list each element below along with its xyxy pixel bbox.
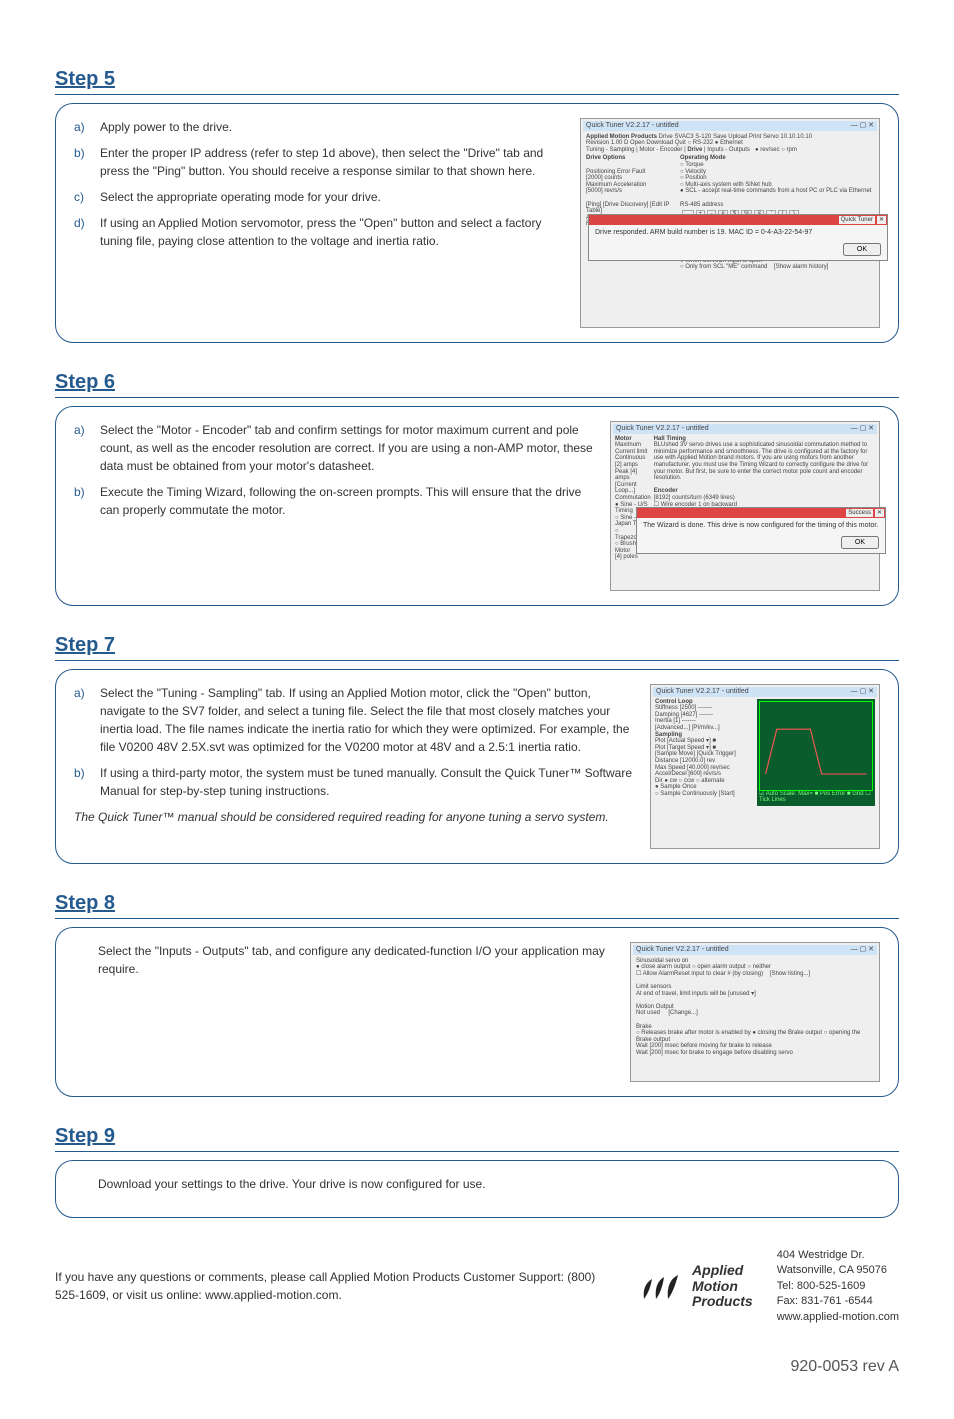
step5-b: Enter the proper IP address (refer to st… <box>100 144 566 180</box>
step5-d: If using an Applied Motion servomotor, p… <box>100 214 566 250</box>
footer-address: 404 Westridge Dr. Watsonville, CA 95076 … <box>777 1248 899 1325</box>
step7-a: Select the "Tuning - Sampling" tab. If u… <box>100 684 636 756</box>
step-6-box: a)Select the "Motor - Encoder" tab and c… <box>55 406 899 606</box>
step-9-box: Download your settings to the drive. You… <box>55 1160 899 1218</box>
marker-a: a) <box>74 684 100 756</box>
brand-logo: Applied Motion Products <box>638 1263 753 1309</box>
step8-text: Select the "Inputs - Outputs" tab, and c… <box>98 942 616 978</box>
step-7-box: a)Select the "Tuning - Sampling" tab. If… <box>55 669 899 864</box>
marker-b: b) <box>74 764 100 800</box>
step7-screenshot: Quick Tuner V2.2.17 - untitled— ▢ ✕ Cont… <box>650 684 880 849</box>
step5-c: Select the appropriate operating mode fo… <box>100 188 381 206</box>
logo-icon <box>638 1265 686 1307</box>
step-8-box: Select the "Inputs - Outputs" tab, and c… <box>55 927 899 1097</box>
step-6-heading: Step 6 <box>55 367 899 398</box>
step5-a: Apply power to the drive. <box>100 118 232 136</box>
step-8-heading: Step 8 <box>55 888 899 919</box>
step6-popup: Success✕ The Wizard is done. This drive … <box>636 507 886 554</box>
step6-a: Select the "Motor - Encoder" tab and con… <box>100 421 596 475</box>
step-7-heading: Step 7 <box>55 630 899 661</box>
ok-button[interactable]: OK <box>843 243 881 256</box>
footer: If you have any questions or comments, p… <box>55 1248 899 1325</box>
step5-popup: Quick Tuner✕ Drive responded. ARM build … <box>588 214 888 261</box>
marker-a: a) <box>74 118 100 136</box>
step-5-box: a)Apply power to the drive. b)Enter the … <box>55 103 899 343</box>
step9-text: Download your settings to the drive. You… <box>98 1175 880 1193</box>
step7-note: The Quick Tuner™ manual should be consid… <box>74 808 636 826</box>
step8-screenshot: Quick Tuner V2.2.17 - untitled— ▢ ✕ Sinu… <box>630 942 880 1082</box>
step-9-heading: Step 9 <box>55 1121 899 1152</box>
step7-b: If using a third-party motor, the system… <box>100 764 636 800</box>
ok-button[interactable]: OK <box>841 536 879 549</box>
footer-contact: If you have any questions or comments, p… <box>55 1268 614 1304</box>
marker-b: b) <box>74 144 100 180</box>
step6-screenshot: Quick Tuner V2.2.17 - untitled— ▢ ✕ Moto… <box>610 421 880 591</box>
step-5-heading: Step 5 <box>55 64 899 95</box>
marker-b: b) <box>74 483 100 519</box>
marker-c: c) <box>74 188 100 206</box>
marker-a: a) <box>74 421 100 475</box>
marker-d: d) <box>74 214 100 250</box>
step6-b: Execute the Timing Wizard, following the… <box>100 483 596 519</box>
document-revision: 920-0053 rev A <box>55 1355 899 1379</box>
